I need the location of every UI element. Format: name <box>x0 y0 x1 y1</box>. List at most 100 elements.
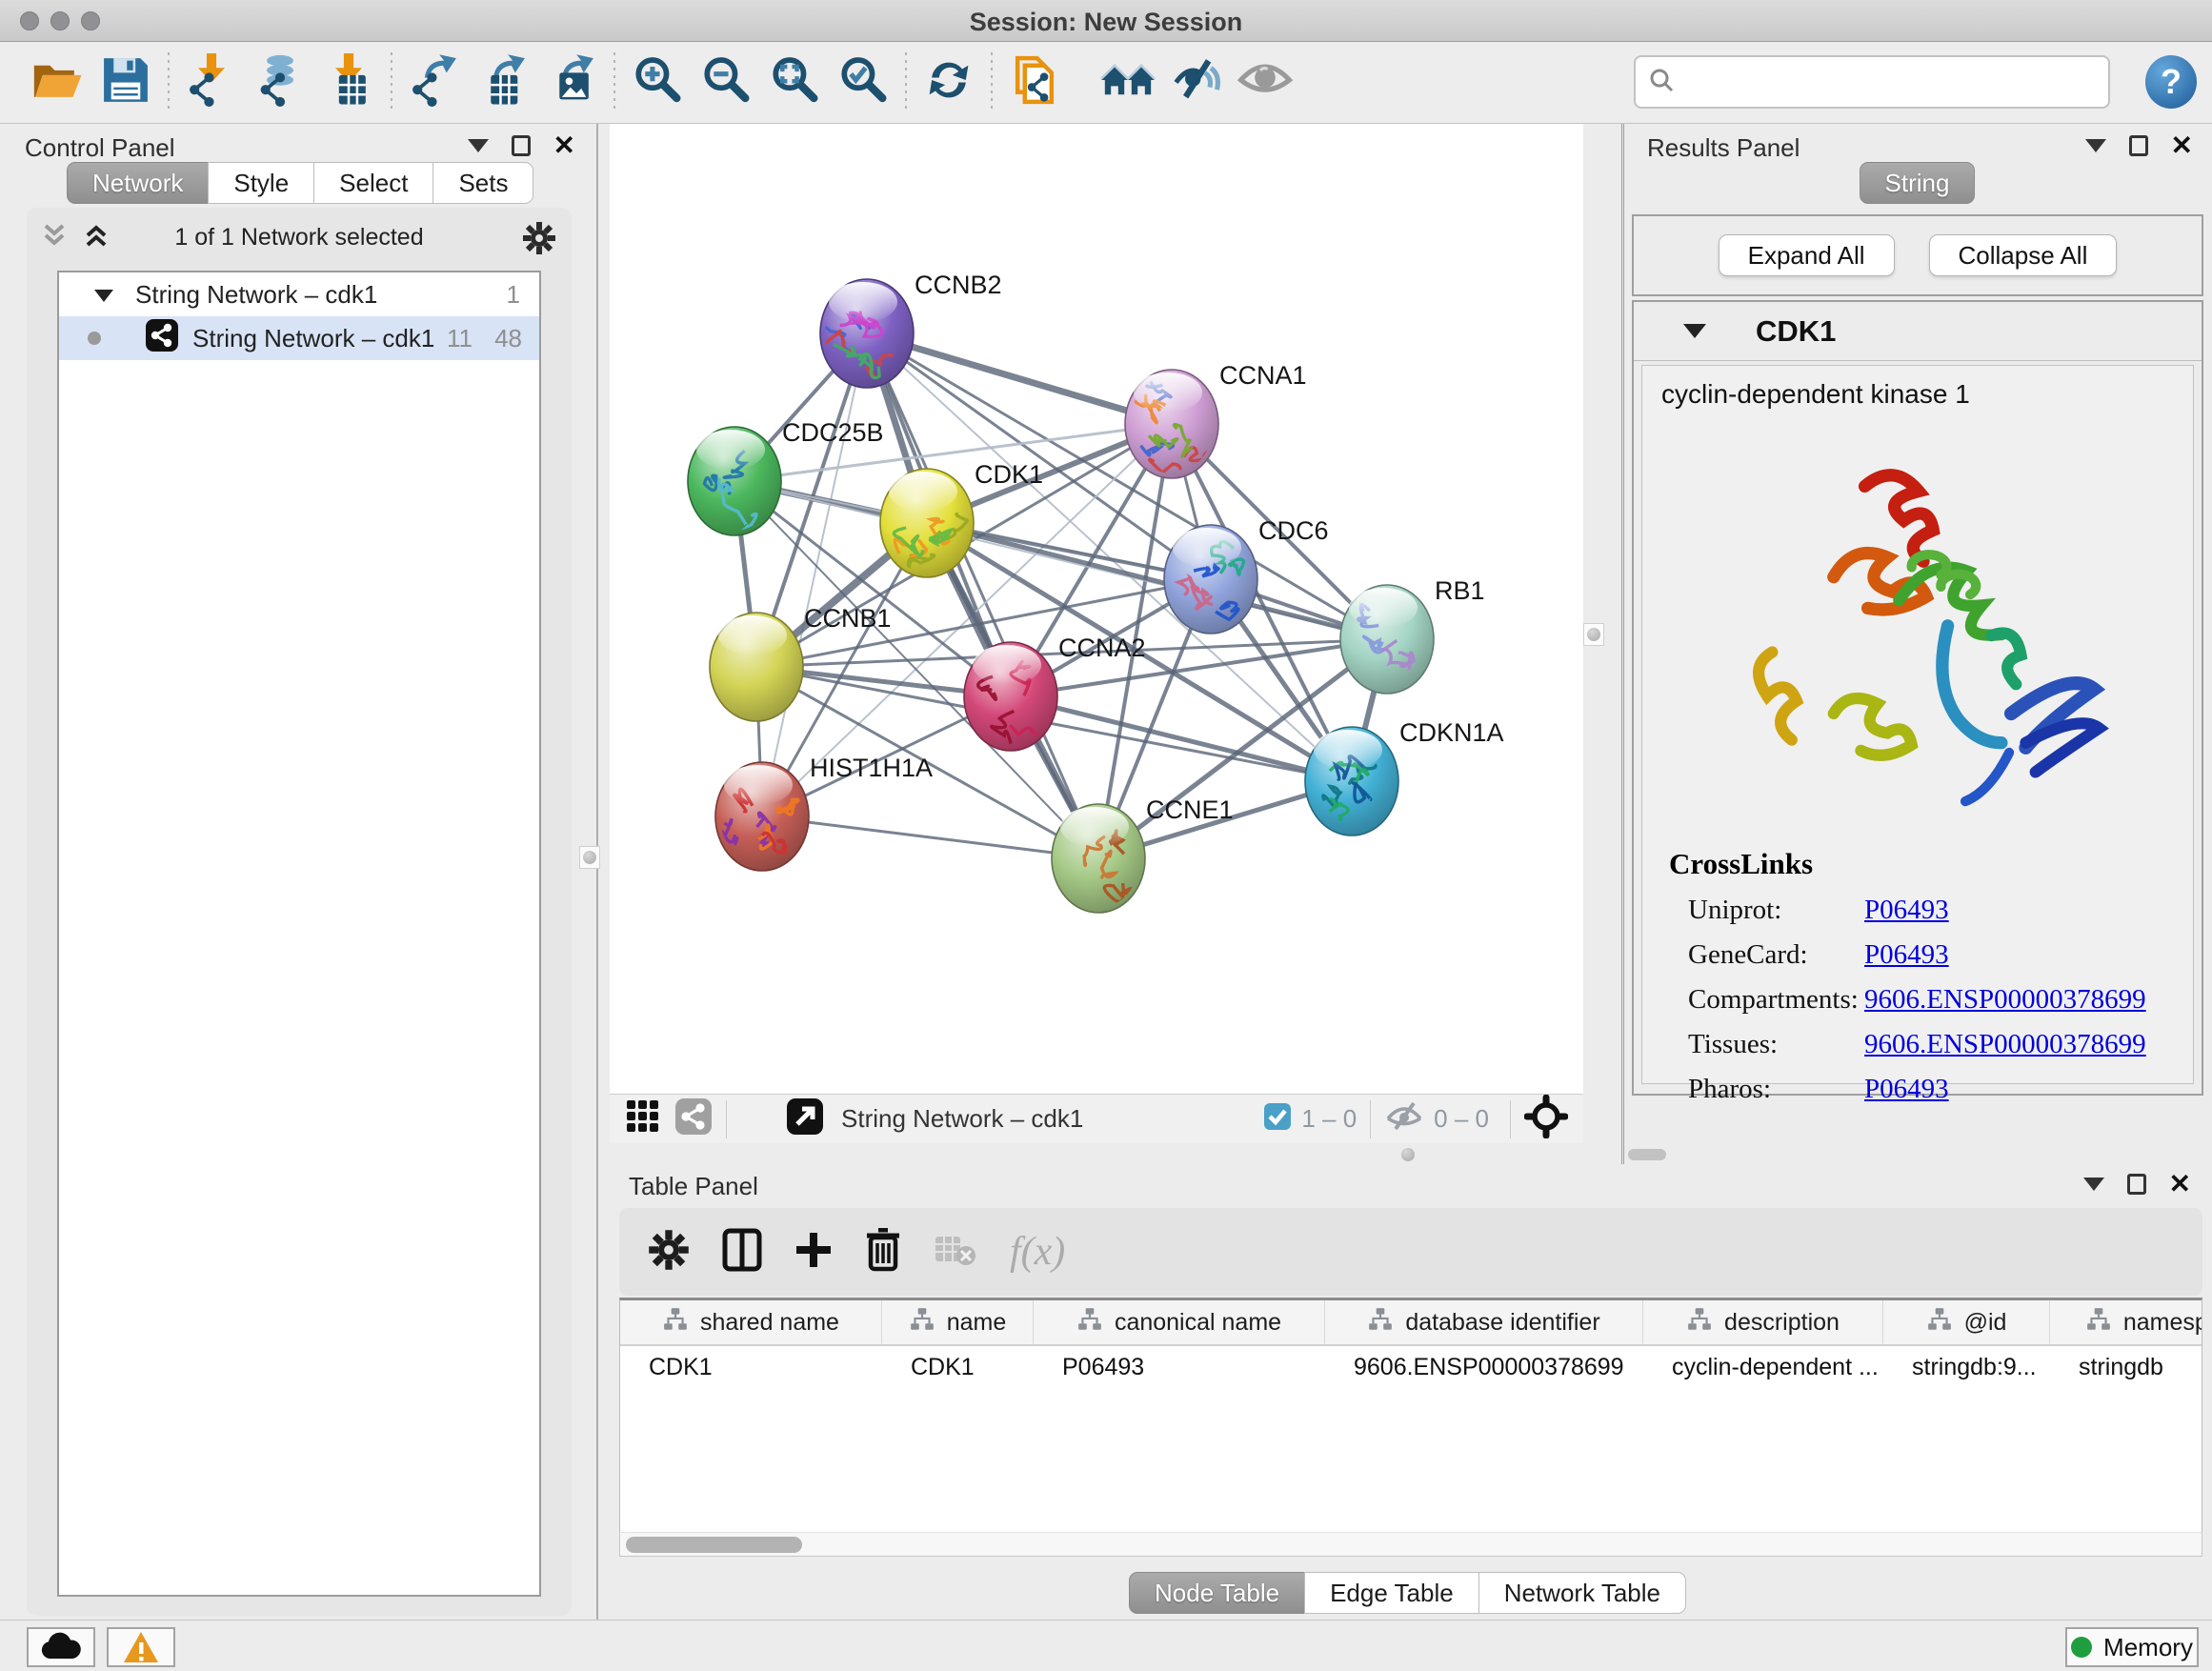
table-cell[interactable]: cyclin-dependent ... <box>1643 1354 1883 1381</box>
show-eye-button[interactable] <box>1231 50 1299 116</box>
crosslink-link[interactable]: P06493 <box>1864 895 1949 926</box>
open-in-new-window-icon[interactable] <box>786 1097 824 1140</box>
hidden-eye-slash-icon <box>1384 1101 1424 1137</box>
float-panel-icon[interactable] <box>2127 1174 2146 1195</box>
show-columns-icon[interactable] <box>722 1228 762 1277</box>
zoom-selected-button[interactable] <box>829 50 897 116</box>
string-homes-button[interactable] <box>1094 50 1162 116</box>
crosslink-link[interactable]: P06493 <box>1864 1074 1949 1105</box>
node-CDKN1A[interactable]: CDKN1A <box>1305 718 1504 836</box>
column-header-shared-name[interactable]: shared name <box>620 1300 882 1344</box>
column-header-description[interactable]: description <box>1643 1300 1883 1344</box>
node-CDK1[interactable]: CDK1 <box>880 460 1043 577</box>
table-options-gear-icon[interactable] <box>648 1229 690 1276</box>
zoom-in-button[interactable] <box>623 50 692 116</box>
refresh-network-button[interactable] <box>915 50 983 116</box>
tab-edge-table[interactable]: Edge Table <box>1304 1572 1479 1614</box>
column-header--id[interactable]: @id <box>1883 1300 2050 1344</box>
tab-network[interactable]: Network <box>67 162 209 204</box>
crosslink-link[interactable]: 9606.ENSP00000378699 <box>1864 1029 2146 1060</box>
close-panel-icon[interactable]: ✕ <box>553 135 575 156</box>
delete-column-icon[interactable] <box>865 1228 901 1277</box>
scrollbar-thumb[interactable] <box>626 1537 802 1553</box>
node-CCNA1[interactable]: CCNA1 <box>1122 361 1307 480</box>
table-cell[interactable]: P06493 <box>1034 1354 1325 1381</box>
collapse-all-button[interactable]: Collapse All <box>1929 234 2118 276</box>
table-cell[interactable]: stringdb:9... <box>1883 1354 2050 1381</box>
table-row[interactable]: CDK1CDK1P064939606.ENSP00000378699cyclin… <box>620 1346 2202 1388</box>
collapse-panel-icon[interactable] <box>2083 1178 2104 1191</box>
close-panel-icon[interactable]: ✕ <box>2171 135 2193 156</box>
column-header-name[interactable]: name <box>882 1300 1034 1344</box>
memory-button[interactable]: Memory <box>2065 1627 2199 1667</box>
expand-all-button[interactable]: Expand All <box>1719 234 1895 276</box>
node-HIST1H1A[interactable]: HIST1H1A <box>715 754 933 871</box>
open-session-button[interactable] <box>23 50 91 116</box>
network-options-gear-icon[interactable] <box>522 221 556 260</box>
tab-select[interactable]: Select <box>313 162 433 204</box>
birds-eye-grid-icon[interactable] <box>625 1098 661 1139</box>
crosslink-row: Compartments: 9606.ENSP00000378699 <box>1669 984 2146 1016</box>
edge-CCNB2-HIST1H1A[interactable] <box>762 333 867 816</box>
node-CDC25B[interactable]: CDC25B <box>688 418 884 541</box>
tab-style[interactable]: Style <box>208 162 314 204</box>
network-node-count: 11 <box>447 324 473 353</box>
tab-sets[interactable]: Sets <box>432 162 533 204</box>
tab-string[interactable]: String <box>1860 162 1976 204</box>
export-network-button[interactable] <box>400 50 469 116</box>
column-type-icon <box>1367 1306 1394 1339</box>
node-RB1[interactable]: RB1 <box>1340 576 1485 694</box>
import-network-button[interactable] <box>177 50 246 116</box>
collapse-panel-icon[interactable] <box>468 139 489 152</box>
column-type-icon <box>1686 1306 1713 1339</box>
crosshair-icon[interactable] <box>1524 1095 1568 1143</box>
network-share-icon[interactable] <box>674 1097 713 1140</box>
right-splitter-handle[interactable] <box>1583 623 1604 646</box>
save-session-button[interactable] <box>91 50 160 116</box>
table-horizontal-scrollbar[interactable] <box>619 1532 2202 1557</box>
table-cell[interactable]: CDK1 <box>620 1354 882 1381</box>
hide-eye-button[interactable] <box>1162 50 1231 116</box>
cloud-button[interactable] <box>27 1627 95 1667</box>
add-column-icon[interactable] <box>794 1231 833 1274</box>
column-header-canonical-name[interactable]: canonical name <box>1034 1300 1325 1344</box>
node-CCNE1[interactable]: CCNE1 <box>1052 795 1234 913</box>
search-input[interactable] <box>1683 57 2108 107</box>
clone-network-button[interactable] <box>1000 50 1069 116</box>
collection-expand-icon[interactable] <box>93 280 114 310</box>
collapse-panel-icon[interactable] <box>2085 139 2106 152</box>
horizontal-splitter-handle[interactable] <box>1401 1148 1415 1161</box>
close-panel-icon[interactable]: ✕ <box>2169 1174 2191 1195</box>
collapse-entry-icon[interactable] <box>1683 324 1706 338</box>
warnings-button[interactable] <box>107 1627 175 1667</box>
column-header-namespac[interactable]: namespac <box>2050 1300 2202 1344</box>
float-panel-icon[interactable] <box>2129 135 2148 156</box>
network-collection-row[interactable]: String Network – cdk1 1 <box>59 272 539 316</box>
import-table-button[interactable] <box>314 50 383 116</box>
network-canvas[interactable]: CCNB2 CCNA1 CDC25B CDK1 CDC6 RB1 CCNB1 C… <box>610 124 1583 1094</box>
crosslink-link[interactable]: 9606.ENSP00000378699 <box>1864 984 2146 1016</box>
tab-node-table[interactable]: Node Table <box>1129 1572 1305 1614</box>
help-button[interactable]: ? <box>2145 55 2197 109</box>
zoom-out-button[interactable] <box>692 50 760 116</box>
results-scrollbar[interactable] <box>1628 1149 1666 1160</box>
zoom-fit-button[interactable] <box>760 50 829 116</box>
table-cell[interactable]: stringdb <box>2050 1354 2202 1381</box>
left-splitter-handle[interactable] <box>579 846 600 869</box>
node-CCNB2[interactable]: CCNB2 <box>816 271 1001 388</box>
selected-checkbox-icon[interactable] <box>1263 1102 1292 1136</box>
column-header-database-identifier[interactable]: database identifier <box>1325 1300 1643 1344</box>
edge-HIST1H1A-CCNE1[interactable] <box>762 816 1098 858</box>
export-image-button[interactable] <box>537 50 606 116</box>
search-box[interactable] <box>1634 55 2110 109</box>
column-type-icon <box>1926 1306 1953 1339</box>
float-panel-icon[interactable] <box>512 135 531 156</box>
gene-entry-header[interactable]: CDK1 <box>1634 302 2202 361</box>
export-table-button[interactable] <box>469 50 537 116</box>
crosslink-link[interactable]: P06493 <box>1864 939 1949 971</box>
import-network-database-button[interactable] <box>246 50 314 116</box>
tab-network-table[interactable]: Network Table <box>1478 1572 1686 1614</box>
table-cell[interactable]: CDK1 <box>882 1354 1034 1381</box>
table-cell[interactable]: 9606.ENSP00000378699 <box>1325 1354 1643 1381</box>
network-row[interactable]: String Network – cdk1 11 48 <box>59 316 539 360</box>
